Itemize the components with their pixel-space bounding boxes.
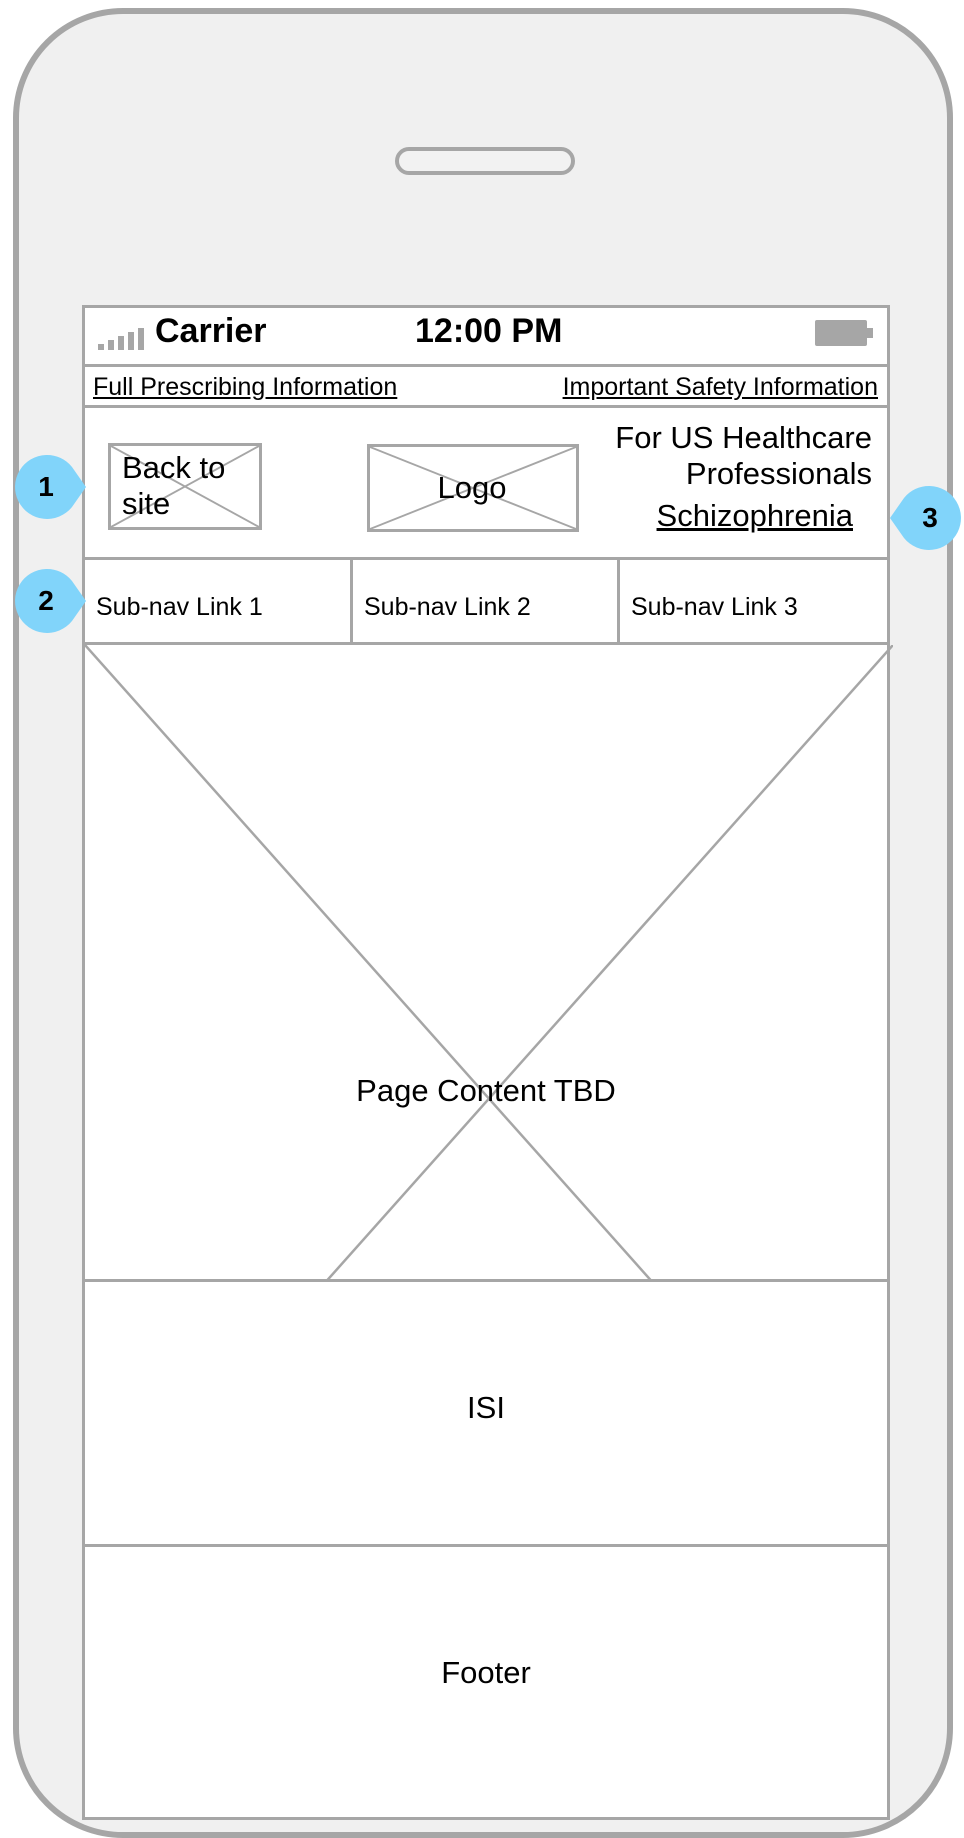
speaker-slot bbox=[395, 147, 575, 175]
callout-3: 3 bbox=[890, 484, 964, 552]
sub-nav-divider bbox=[617, 559, 620, 645]
sub-nav-link-3[interactable]: Sub-nav Link 3 bbox=[619, 557, 885, 645]
schizophrenia-link[interactable]: Schizophrenia bbox=[657, 498, 853, 534]
audience-label: For US Healthcare Professionals bbox=[615, 420, 872, 492]
isi-label: ISI bbox=[467, 1390, 505, 1425]
battery-icon bbox=[815, 320, 873, 346]
callout-2-number: 2 bbox=[38, 585, 54, 616]
full-prescribing-info-link[interactable]: Full Prescribing Information bbox=[93, 373, 397, 402]
audience-line-2: Professionals bbox=[685, 456, 872, 491]
footer-label: Footer bbox=[441, 1655, 531, 1690]
page-content-label: Page Content TBD bbox=[356, 1073, 616, 1108]
signal-icon bbox=[98, 328, 150, 350]
back-to-site-label: Back to site bbox=[122, 450, 226, 521]
logo-label: Logo bbox=[437, 470, 507, 505]
callout-1-number: 1 bbox=[38, 471, 54, 502]
callout-1: 1 bbox=[12, 453, 87, 521]
sub-nav-link-1[interactable]: Sub-nav Link 1 bbox=[84, 557, 350, 645]
carrier-label: Carrier bbox=[155, 312, 267, 350]
audience-line-1: For US Healthcare bbox=[615, 420, 872, 455]
callout-3-number: 3 bbox=[922, 502, 938, 533]
callout-2: 2 bbox=[12, 567, 87, 635]
page-content-area bbox=[82, 642, 893, 1285]
status-time: 12:00 PM bbox=[415, 312, 563, 350]
important-safety-info-link[interactable]: Important Safety Information bbox=[563, 373, 878, 402]
sub-nav-link-2[interactable]: Sub-nav Link 2 bbox=[352, 557, 618, 645]
sub-nav-divider bbox=[350, 559, 353, 645]
